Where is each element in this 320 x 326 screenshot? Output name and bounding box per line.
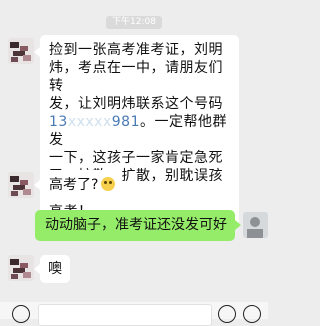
timestamp: 下午12:08	[106, 16, 162, 29]
sender-avatar[interactable]	[8, 38, 34, 64]
received-message-bubble[interactable]: 噢	[40, 255, 70, 283]
sender-avatar[interactable]	[8, 255, 34, 281]
message-line: 13xxxxx981。一定帮他群发	[49, 114, 227, 148]
plus-icon[interactable]	[243, 305, 261, 323]
received-message-bubble[interactable]: 高考了?	[40, 170, 122, 200]
own-avatar[interactable]	[243, 212, 268, 238]
phone-number-link[interactable]: 13xxxxx981	[49, 114, 140, 130]
phone-redaction: xxxxx	[67, 114, 112, 130]
sender-avatar[interactable]	[8, 172, 34, 198]
emoji-icon[interactable]	[218, 305, 236, 323]
message-line: 发，让刘明炜联系这个号码	[49, 96, 223, 112]
bubble-tail	[235, 220, 241, 230]
message-text: 高考了?	[49, 177, 99, 193]
message-text: 噢	[48, 261, 62, 277]
message-line: 捡到一张高考准考证，刘明	[49, 42, 223, 58]
message-line: 一下，这孩子一家肯定急死	[49, 150, 223, 166]
grimacing-face-icon	[101, 177, 116, 191]
message-input[interactable]	[38, 304, 212, 326]
voice-icon[interactable]	[12, 305, 30, 323]
timestamp-row: 下午12:08	[0, 9, 268, 29]
sent-message-bubble[interactable]: 动动脑子，准考证还没发可好	[35, 210, 235, 241]
message-line: 炜，考点在一中，请朋友们转	[49, 60, 223, 94]
message-text: 动动脑子，准考证还没发可好	[45, 217, 227, 233]
